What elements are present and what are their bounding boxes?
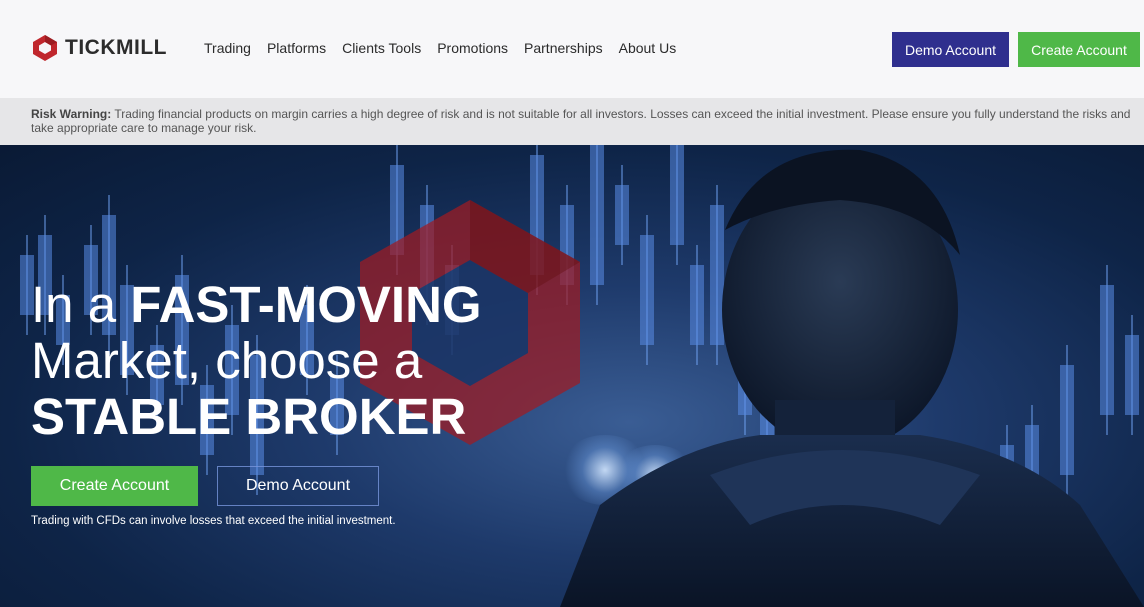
hero-demo-account-button[interactable]: Demo Account [217,466,379,506]
risk-warning-banner: Risk Warning: Trading financial products… [0,98,1144,145]
hero-banner: In a FAST-MOVING Market, choose a STABLE… [0,145,1144,607]
headline-line3: STABLE BROKER [31,388,467,445]
nav-trading[interactable]: Trading [204,40,251,56]
trader-figure [560,149,1144,607]
nav-partnerships[interactable]: Partnerships [524,40,603,56]
cfd-disclaimer: Trading with CFDs can involve losses tha… [31,515,396,527]
create-account-button[interactable]: Create Account [1018,32,1140,67]
headline-line2: Market, choose a [31,332,423,389]
nav-promotions[interactable]: Promotions [437,40,508,56]
demo-account-button[interactable]: Demo Account [892,32,1009,67]
risk-warning-text: Trading financial products on margin car… [31,107,1131,135]
tickmill-logo-icon [33,35,57,61]
headline-regular: In a [31,276,131,333]
tickmill-logo[interactable]: TICKMILL [31,34,167,62]
hero-headline: In a FAST-MOVING Market, choose a STABLE… [31,277,482,445]
hero-create-account-button[interactable]: Create Account [31,466,198,506]
nav-platforms[interactable]: Platforms [267,40,326,56]
risk-warning-label: Risk Warning: [31,107,112,121]
site-header: TICKMILL Trading Platforms Clients Tools… [0,0,1144,98]
main-nav: Trading Platforms Clients Tools Promotio… [204,40,692,56]
nav-about-us[interactable]: About Us [619,40,677,56]
nav-clients-tools[interactable]: Clients Tools [342,40,421,56]
logo-text: TICKMILL [65,36,167,59]
headline-bold: FAST-MOVING [130,276,482,333]
